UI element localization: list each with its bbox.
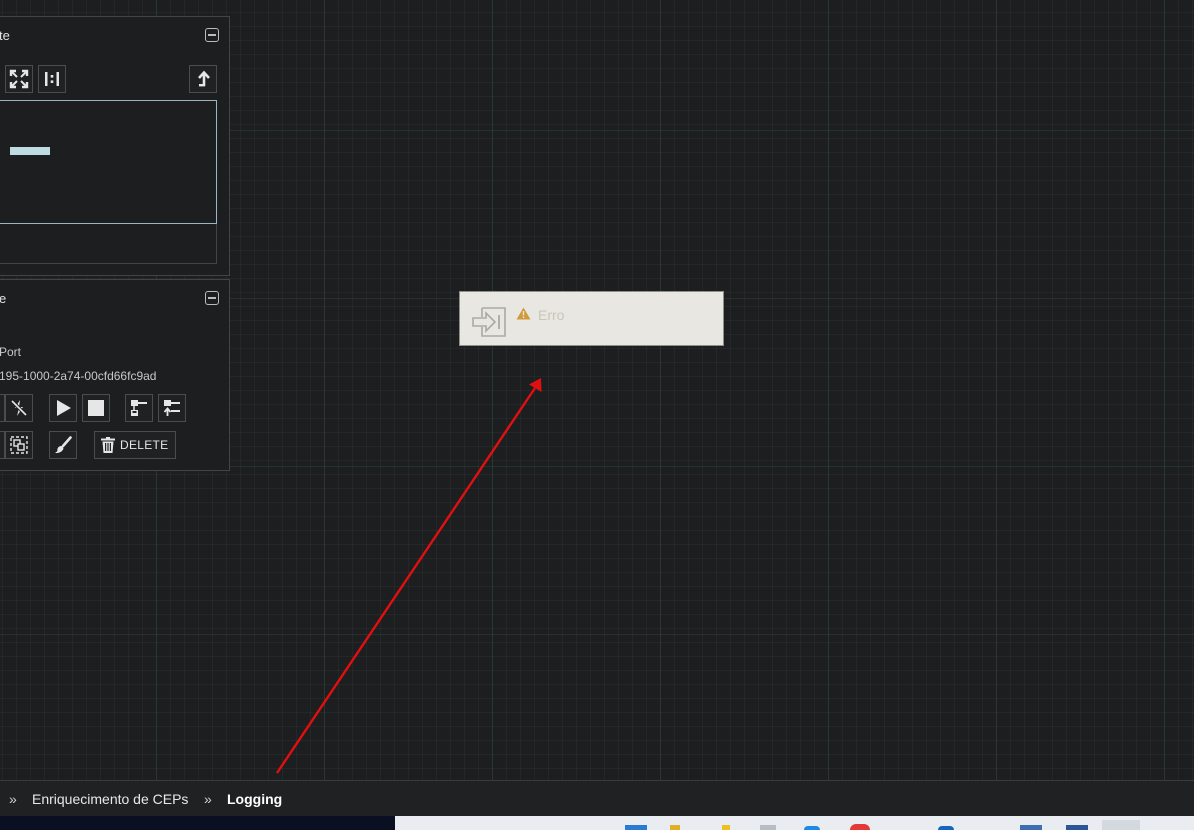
delete-button[interactable]: DELETE	[94, 431, 177, 459]
create-template-button[interactable]	[125, 394, 153, 422]
birdseye-viewport-indicator[interactable]	[10, 147, 50, 155]
paint-brush-icon	[55, 436, 72, 454]
stop-button[interactable]	[82, 394, 110, 422]
upload-template-button[interactable]	[158, 394, 186, 422]
group-icon	[10, 436, 28, 454]
birdseye-scrollbar[interactable]	[0, 224, 217, 264]
operate-panel-title: e	[0, 291, 7, 306]
operate-panel: e Port 195-1000-2a74-00cfd66fc9ad DELETE	[0, 279, 230, 471]
navigate-panel-title: te	[0, 28, 10, 43]
taskbar-icon[interactable]	[1020, 825, 1042, 830]
component-type: Port	[0, 345, 22, 359]
birdseye-view[interactable]	[0, 100, 217, 224]
disable-button[interactable]	[5, 394, 33, 422]
desktop-wallpaper	[0, 816, 395, 830]
start-button[interactable]	[49, 394, 77, 422]
save-template-icon	[131, 400, 147, 416]
annotation-arrow-line	[276, 387, 536, 774]
breadcrumb-separator: »	[204, 791, 212, 807]
component-id: 195-1000-2a74-00cfd66fc9ad	[0, 369, 157, 383]
navigate-collapse-button[interactable]	[205, 28, 219, 42]
taskbar-icon[interactable]	[804, 826, 820, 830]
breadcrumb: » Enriquecimento de CEPs » Logging	[0, 780, 1194, 816]
taskbar-icon[interactable]	[722, 825, 730, 830]
node-name: Erro	[538, 307, 565, 323]
delete-label: DELETE	[120, 438, 169, 452]
fit-view-icon	[9, 69, 29, 89]
operate-collapse-button[interactable]	[205, 291, 219, 305]
group-button[interactable]	[5, 431, 33, 459]
breadcrumb-item[interactable]: Enriquecimento de CEPs	[32, 791, 188, 807]
breadcrumb-separator: »	[9, 791, 17, 807]
stop-icon	[88, 400, 104, 416]
fit-view-button[interactable]	[5, 65, 33, 93]
actual-size-button[interactable]	[38, 65, 66, 93]
taskbar-icon[interactable]	[670, 825, 680, 830]
navigate-panel: te	[0, 16, 230, 276]
taskbar-icon[interactable]	[1066, 825, 1088, 830]
taskbar-icon[interactable]	[1102, 820, 1140, 830]
change-color-button[interactable]	[49, 431, 77, 459]
leave-group-button[interactable]	[189, 65, 217, 93]
warning-icon[interactable]	[516, 307, 531, 320]
play-icon	[57, 400, 71, 416]
annotation-arrow-head	[529, 378, 542, 392]
breadcrumb-item-current: Logging	[227, 791, 283, 807]
taskbar-icon[interactable]	[760, 825, 776, 830]
input-port-node[interactable]: Erro	[459, 291, 724, 346]
taskbar-icon[interactable]	[938, 826, 954, 830]
taskbar-icon[interactable]	[625, 825, 647, 830]
upload-template-icon	[163, 400, 180, 416]
disable-icon	[10, 399, 28, 417]
taskbar-icon[interactable]	[850, 824, 870, 830]
os-taskbar	[0, 816, 1194, 830]
trash-icon	[101, 437, 115, 453]
input-port-icon	[472, 307, 506, 337]
leave-group-icon	[198, 70, 210, 87]
actual-size-icon	[45, 72, 59, 86]
